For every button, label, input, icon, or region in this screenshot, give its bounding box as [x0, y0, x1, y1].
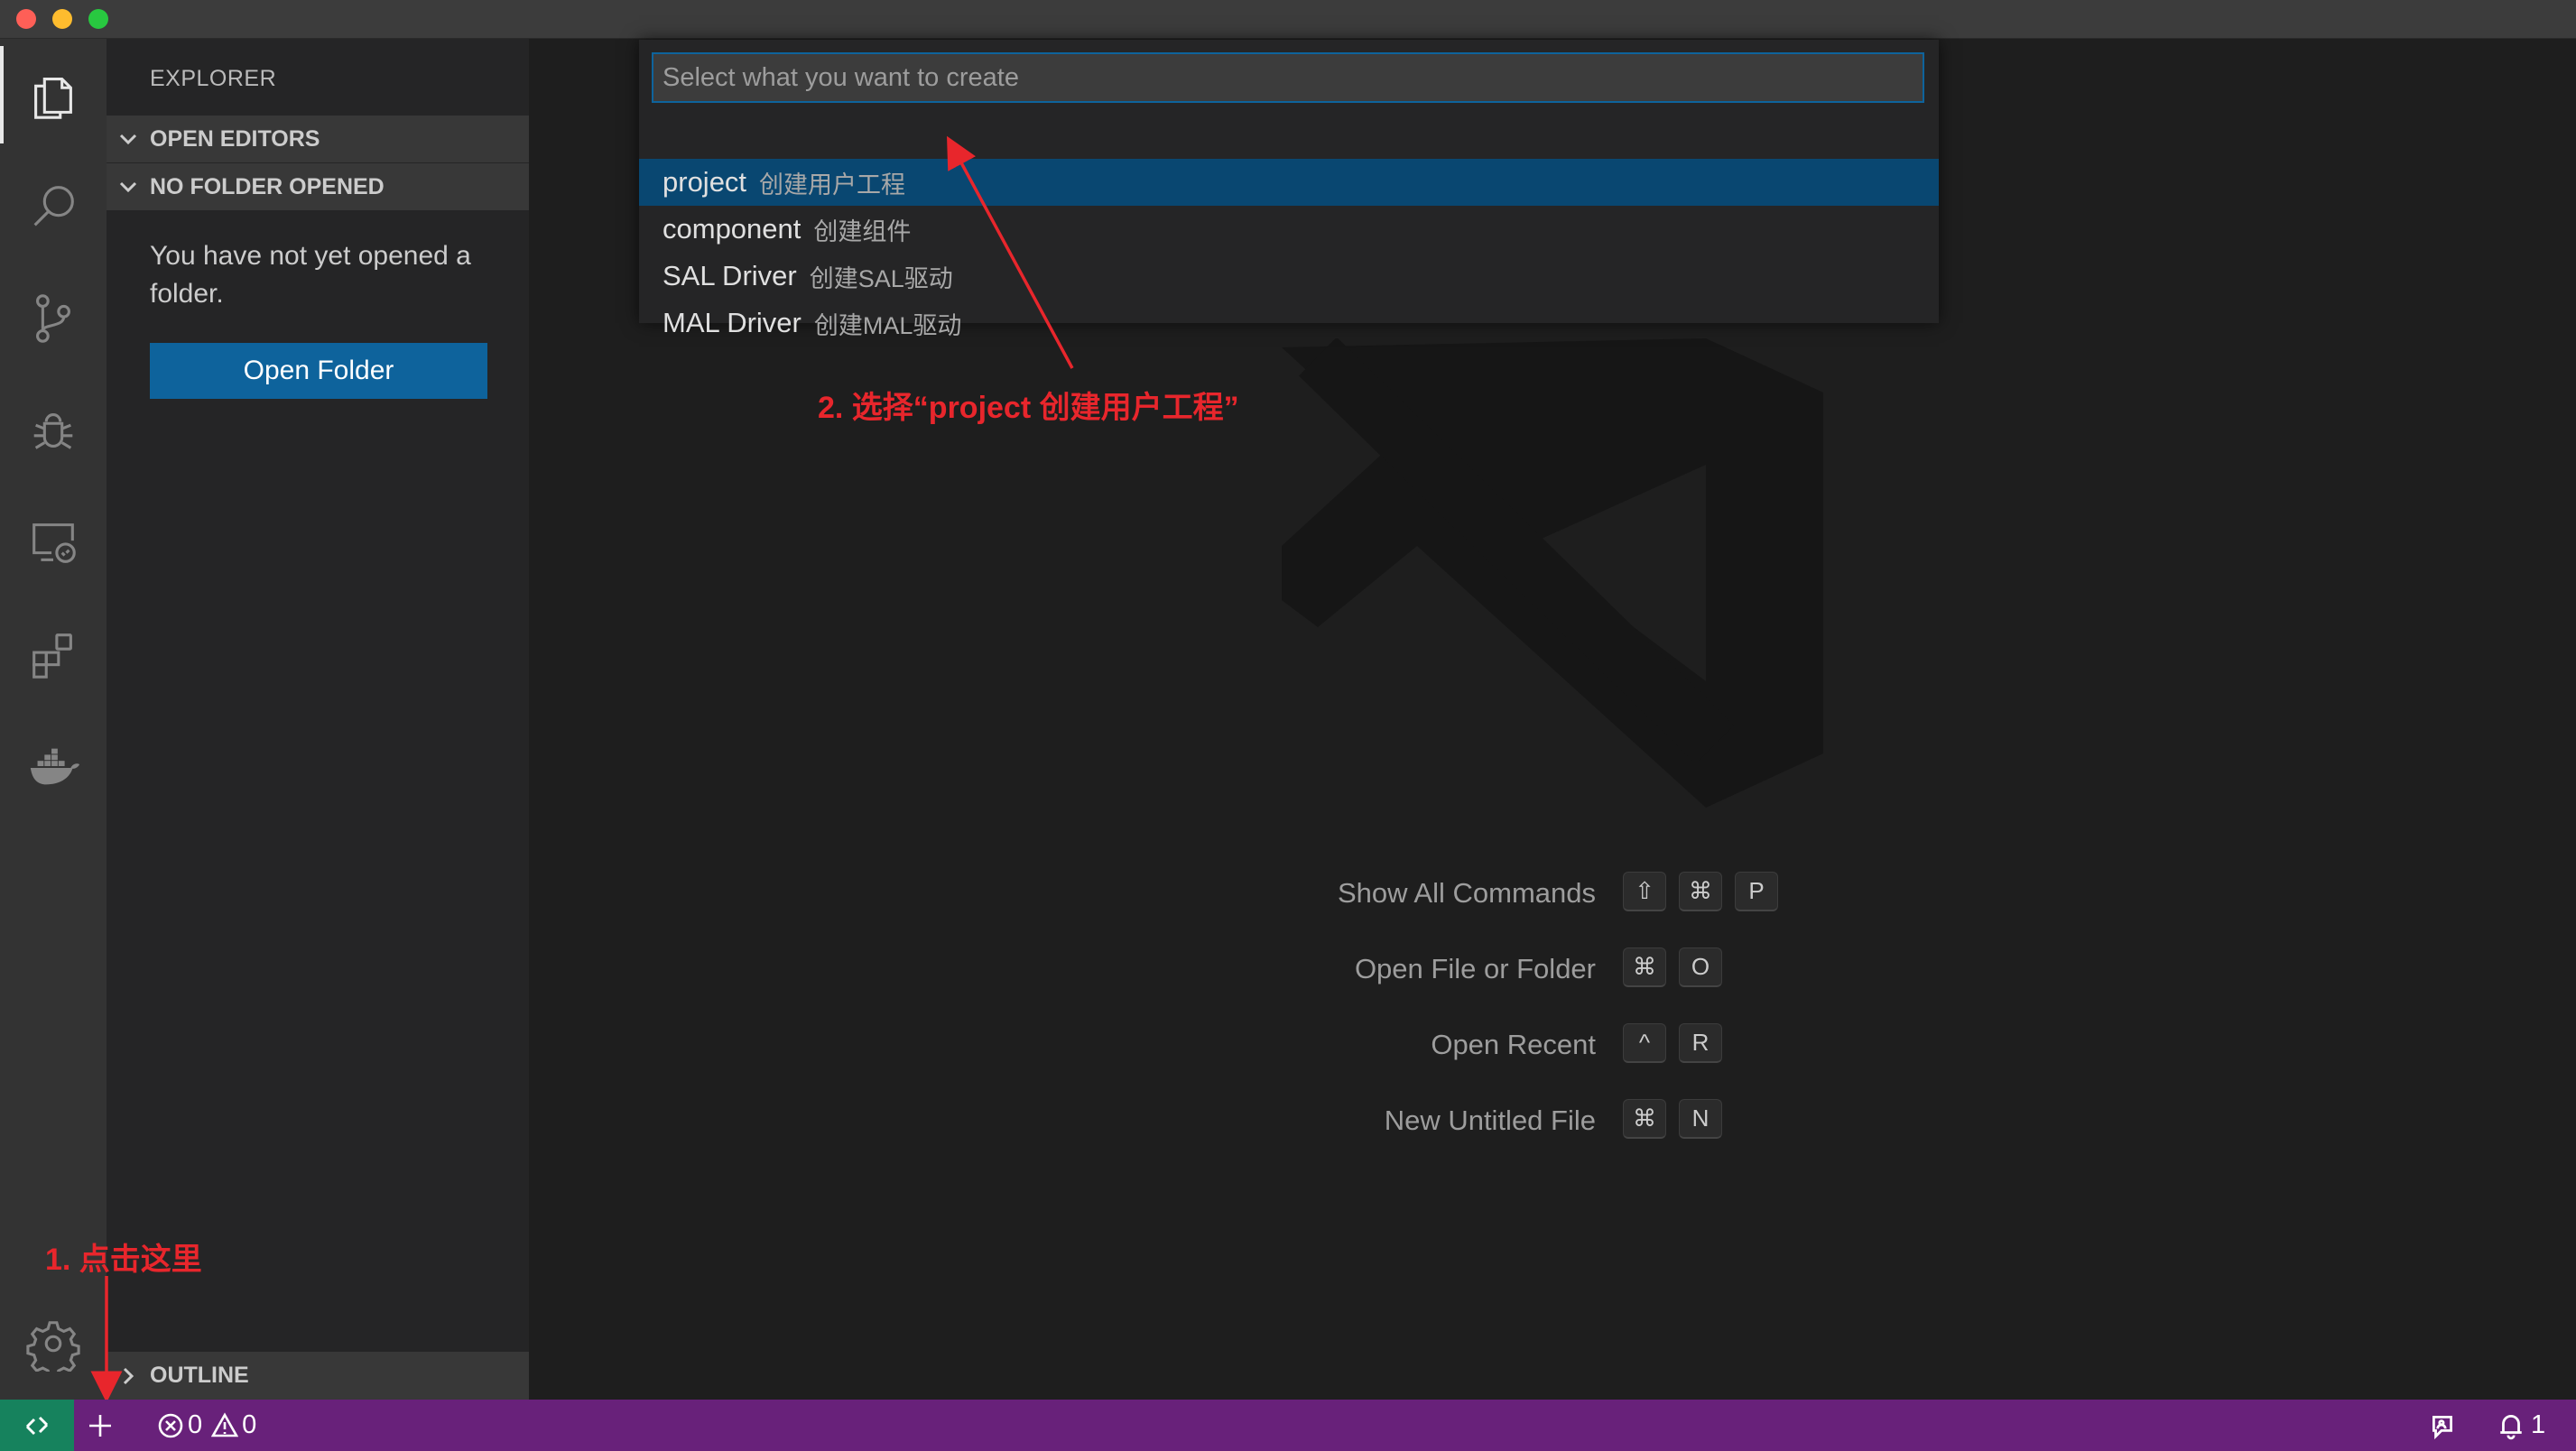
key-cap: ⌘: [1623, 947, 1666, 987]
key-cap: ^: [1623, 1023, 1666, 1063]
problems-indicator[interactable]: 0 0: [157, 1400, 256, 1451]
remote-indicator-button[interactable]: [0, 1400, 74, 1451]
section-outline[interactable]: OUTLINE: [107, 1352, 529, 1400]
hint-new-untitled-file: New Untitled File ⌘ N: [1264, 1099, 1895, 1142]
key-cap: R: [1679, 1023, 1722, 1063]
key-cap: ⌘: [1623, 1099, 1666, 1139]
search-icon[interactable]: [0, 151, 107, 263]
source-control-icon[interactable]: [0, 263, 107, 374]
quick-pick-input[interactable]: [652, 52, 1924, 103]
window-title-bar: [0, 0, 2576, 39]
section-no-folder-opened[interactable]: NO FOLDER OPENED: [107, 163, 529, 210]
extensions-icon[interactable]: [0, 598, 107, 710]
error-icon: [158, 1413, 183, 1437]
warning-count: 0: [242, 1410, 257, 1439]
maximize-window-button[interactable]: [88, 9, 108, 29]
notifications-button[interactable]: 1: [2497, 1400, 2545, 1451]
settings-gear-icon[interactable]: [0, 1288, 107, 1400]
annotation-step-2: 2. 选择“project 创建用户工程”: [818, 391, 1239, 425]
open-folder-button[interactable]: Open Folder: [150, 343, 487, 399]
annotation-step-1: 1. 点击这里: [45, 1243, 202, 1277]
error-count: 0: [188, 1410, 203, 1439]
chevron-down-icon: [107, 128, 150, 150]
explorer-sidebar: EXPLORER OPEN EDITORS NO FOLDER OPENED Y…: [107, 39, 529, 1400]
close-window-button[interactable]: [16, 9, 36, 29]
section-label: NO FOLDER OPENED: [150, 173, 385, 199]
section-label: OPEN EDITORS: [150, 125, 320, 152]
quick-pick-item-sal-driver[interactable]: SAL Driver 创建SAL驱动: [639, 253, 1939, 300]
no-folder-message: You have not yet opened a folder.: [150, 241, 471, 309]
sidebar-title: EXPLORER: [150, 66, 277, 91]
chevron-right-icon: [107, 1365, 150, 1387]
bell-icon: [2500, 1414, 2522, 1439]
remote-explorer-icon[interactable]: [0, 486, 107, 598]
key-cap: ⇧: [1623, 872, 1666, 911]
key-cap: O: [1679, 947, 1722, 987]
key-cap: P: [1735, 872, 1778, 911]
plus-icon: [89, 1414, 111, 1437]
hint-open-recent: Open Recent ^ R: [1264, 1023, 1895, 1067]
section-label: OUTLINE: [150, 1363, 249, 1388]
key-cap: N: [1679, 1099, 1722, 1139]
feedback-button[interactable]: [2428, 1400, 2457, 1451]
debug-icon[interactable]: [0, 374, 107, 486]
feedback-icon: [2432, 1415, 2452, 1439]
hint-show-all-commands: Show All Commands ⇧ ⌘ P: [1264, 872, 1895, 915]
status-bar: 0 0 1: [0, 1400, 2576, 1451]
quick-pick-item-project[interactable]: project 创建用户工程: [639, 159, 1939, 206]
activity-bar: [0, 39, 107, 1400]
quick-pick-item-mal-driver[interactable]: MAL Driver 创建MAL驱动: [639, 300, 1939, 347]
section-open-editors[interactable]: OPEN EDITORS: [107, 116, 529, 162]
warning-icon: [211, 1411, 239, 1437]
files-icon[interactable]: [0, 39, 107, 151]
chevron-down-icon: [107, 176, 150, 198]
hint-open-file-or-folder: Open File or Folder ⌘ O: [1264, 947, 1895, 991]
vscode-logo-watermark-icon: [1282, 338, 1823, 808]
minimize-window-button[interactable]: [52, 9, 72, 29]
docker-icon[interactable]: [0, 710, 107, 822]
remote-icon: [25, 1416, 49, 1435]
new-project-plus-button[interactable]: [87, 1400, 114, 1451]
notification-count: 1: [2531, 1410, 2546, 1439]
quick-pick-widget: project 创建用户工程 component 创建组件 SAL Driver…: [639, 40, 1939, 339]
key-cap: ⌘: [1679, 872, 1722, 911]
quick-pick-item-component[interactable]: component 创建组件: [639, 206, 1939, 253]
